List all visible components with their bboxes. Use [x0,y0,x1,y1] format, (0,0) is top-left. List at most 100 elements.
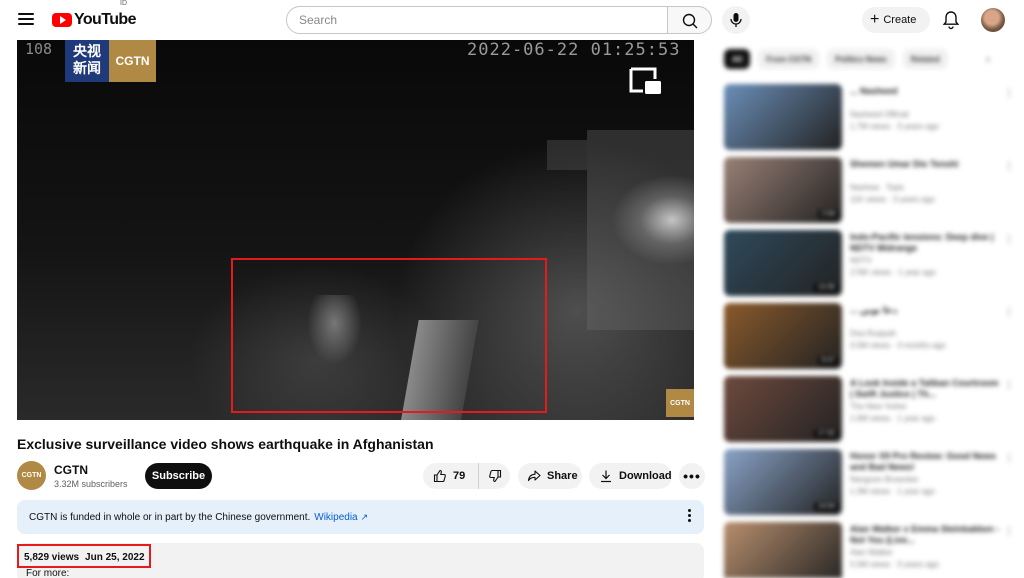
recommendation-thumbnail[interactable] [724,522,842,578]
voice-search-button[interactable] [722,6,750,34]
user-avatar[interactable] [981,8,1005,32]
download-button[interactable]: Download [589,463,672,489]
video-duration: 14:04 [814,502,838,511]
video-frame-detail [587,130,694,330]
recommendation-item[interactable]: 9:47 ... دعا نوين Doa Ruqiyah 3.5M views · … [724,303,1024,369]
recommendation-item[interactable]: 2:59 Shemen Umar Dio Tenshi Nashwa · Topic… [724,157,1024,223]
recommendation-thumbnail[interactable]: 13:35 [724,230,842,296]
video-duration: 17:32 [814,429,838,438]
recommendation-item[interactable]: 14:04 Honor X9 Pro Review: Good News and … [724,449,1024,515]
surveillance-timestamp: 2022-06-22 01:25:53 [467,40,681,60]
more-vertical-icon[interactable]: ⋮ [1004,380,1014,391]
notifications-bell-icon[interactable] [942,10,960,30]
chip-politics-news[interactable]: Politics News [827,49,895,69]
recommendation-stats: 1.7M views · 3 years ago [850,122,939,131]
recommendation-item[interactable]: 13:35 Indo-Pacific tensions: Deep dive | … [724,230,1024,296]
government-funding-notice: CGTN is funded in whole or in part by th… [17,500,704,534]
recommendation-stats: 3.5M views · 3 months ago [850,341,946,350]
filter-chips: All From CGTN Politics News Related [724,49,948,69]
microphone-icon [730,13,742,27]
recommendation-item[interactable]: 17:32 A Look Inside a Taliban Courtroom |… [724,376,1024,442]
recommendation-thumbnail[interactable]: 2:59 [724,157,842,223]
recommendation-item[interactable]: Alan Walker x Emma Steinbakken - Not You… [724,522,1024,578]
video-frame-detail [547,140,587,170]
recommendation-thumbnail[interactable]: 9:47 [724,303,842,369]
recommendation-title[interactable]: Indo-Pacific tensions: Deep dive | NDTV … [850,232,1000,254]
like-count: 79 [453,470,466,482]
channel-name[interactable]: CGTN [54,463,88,477]
share-label: Share [547,470,578,482]
recommendation-channel: NDTV [850,256,872,265]
download-icon [601,470,611,483]
youtube-logo[interactable]: YouTube [52,10,136,30]
subscriber-count: 3.32M subscribers [54,479,128,489]
recommendation-channel: Nashwa · Topic [850,183,905,192]
description-text: For more: [26,568,70,578]
recommendation-title[interactable]: Alan Walker x Emma Steinbakken - Not You… [850,524,1000,546]
more-vertical-icon[interactable]: ⋮ [1004,526,1014,537]
recommendations-sidebar: All From CGTN Politics News Related › ..… [720,44,1024,578]
menu-icon[interactable] [18,13,34,25]
recommendation-title[interactable]: A Look Inside a Taliban Courtroom | Swif… [850,378,1000,400]
share-icon [527,470,541,482]
recommendation-stats: 5.5M views · 3 years ago [850,560,939,569]
recommendation-stats: 1.3M views · 1 year ago [850,487,935,496]
miniplayer-icon[interactable] [629,66,663,98]
wikipedia-link[interactable]: Wikipedia [314,512,357,523]
recommendation-thumbnail[interactable]: 14:04 [724,449,842,515]
notice-menu-icon[interactable] [686,509,692,525]
like-dislike-group: 79 [423,463,510,489]
video-duration: 2:59 [818,210,838,219]
recommendation-title[interactable]: ... دعا نوين [850,305,1000,327]
recommendation-title[interactable]: ... Nasheed [850,86,1000,108]
recommendation-channel: Alan Walker [850,548,893,557]
external-link-icon: ↗ [360,511,369,522]
top-bar: YouTube ID Search + Create [0,0,1024,40]
chip-related[interactable]: Related [902,49,948,69]
more-actions-button[interactable]: ••• [679,463,705,489]
search-icon [682,13,698,29]
recommendation-channel: Nasheed Official [850,110,909,119]
channel-avatar[interactable]: CGTN [17,461,46,490]
more-vertical-icon[interactable]: ⋮ [1004,234,1014,245]
chip-all[interactable]: All [724,49,751,69]
cctv-news-logo-text: 央视 新闻 [73,44,101,77]
recommendation-item[interactable]: ... Nasheed Nasheed Official 1.7M views · … [724,84,1024,150]
share-button[interactable]: Share [518,463,582,489]
download-label: Download [619,470,672,482]
chevron-right-icon[interactable]: › [986,52,990,66]
recommendation-stats: 11K views · 3 years ago [850,195,935,204]
logo-text: YouTube [74,11,136,28]
search-input[interactable]: Search [286,6,668,34]
funding-notice-text: CGTN is funded in whole or in part by th… [29,511,311,523]
recommendation-title[interactable]: Shemen Umar Dio Tenshi [850,159,1000,181]
cgtn-watermark: CGTN [666,389,694,417]
more-vertical-icon[interactable]: ⋮ [1004,307,1014,318]
plus-icon: + [870,11,880,28]
annotation-highlight-box [231,258,547,413]
annotation-highlight-box [17,544,151,568]
like-button[interactable]: 79 [423,463,479,489]
more-vertical-icon[interactable]: ⋮ [1004,88,1014,99]
dislike-button[interactable] [479,463,510,489]
subscribe-button[interactable]: Subscribe [145,463,212,489]
search-button[interactable] [667,6,712,34]
recommendation-channel: Doa Ruqiyah [850,329,897,338]
camera-label: 108 [25,40,53,58]
thumbs-up-icon [433,469,446,483]
video-duration: 9:47 [818,356,838,365]
recommendation-stats: 176K views · 1 year ago [850,268,936,277]
create-button[interactable]: + Create [862,7,930,33]
more-vertical-icon[interactable]: ⋮ [1004,453,1014,464]
recommendation-channel: Nangoon Brownlee [850,475,919,484]
chip-from-cgtn[interactable]: From CGTN [758,49,820,69]
recommendation-title[interactable]: Honor X9 Pro Review: Good News and Bad N… [850,451,1000,473]
video-player[interactable]: 108 央视 新闻 CGTN 2022-06-22 01:25:53 CGTN [17,40,694,420]
video-title: Exclusive surveillance video shows earth… [17,436,434,452]
video-duration: 13:35 [814,283,838,292]
recommendation-thumbnail[interactable]: 17:32 [724,376,842,442]
recommendation-thumbnail[interactable] [724,84,842,150]
recommendation-channel: The New Yorker [850,402,907,411]
logo-country-code: ID [120,0,127,7]
more-vertical-icon[interactable]: ⋮ [1004,161,1014,172]
